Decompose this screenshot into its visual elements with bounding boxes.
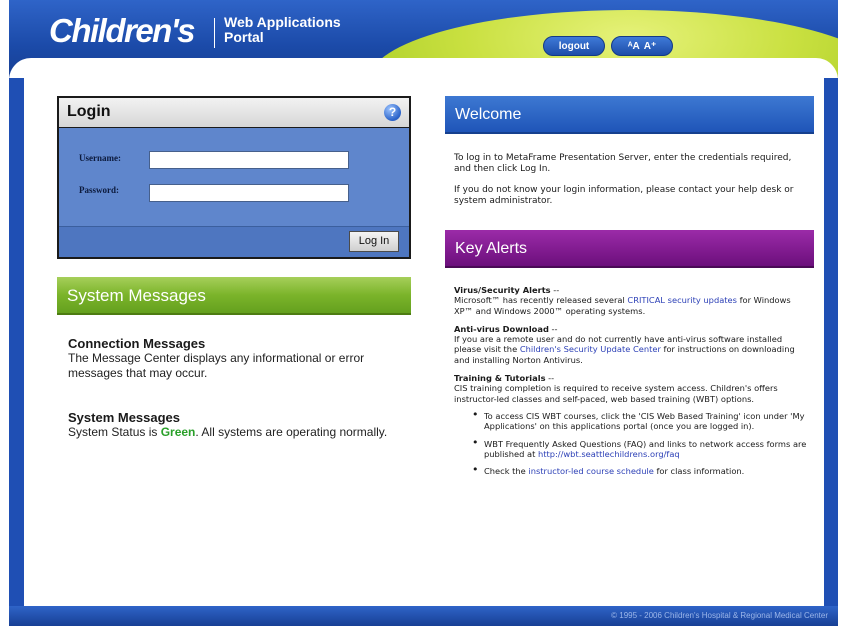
bullet-text: Check the (484, 466, 529, 477)
alert-title: Virus/Security Alerts (454, 285, 551, 295)
welcome-header: Welcome (445, 96, 814, 134)
brand-logo: Children's (49, 12, 196, 49)
portal-page: Children's Web Applications Portal logou… (0, 0, 847, 626)
system-messages-header: System Messages (57, 277, 411, 315)
security-update-center-link[interactable]: Children's Security Update Center (520, 344, 661, 354)
login-button[interactable]: Log In (349, 231, 399, 252)
status-badge: Green (160, 425, 196, 439)
left-border (9, 64, 24, 609)
alert-antivirus: Anti-virus Download -- If you are a remo… (454, 324, 809, 365)
login-footer: Log In (59, 226, 409, 257)
critical-updates-link[interactable]: CRITICAL security updates (627, 295, 737, 305)
list-item: Check the instructor-led course schedule… (472, 465, 809, 477)
right-border (824, 64, 838, 609)
alert-dash: -- (548, 323, 558, 334)
portal-title: Web Applications Portal (224, 15, 341, 45)
password-input[interactable] (149, 184, 349, 202)
connection-messages-text: The Message Center displays any informat… (68, 351, 365, 380)
list-item: To access CIS WBT courses, click the 'CI… (472, 410, 809, 432)
bullet-text: for class information. (653, 466, 745, 477)
portal-title-line1: Web Applications (224, 14, 341, 30)
wbt-faq-link[interactable]: http://wbt.seattlechildrens.org/faq (538, 449, 680, 459)
alert-title: Anti-virus Download (454, 323, 549, 334)
header-banner: Children's Web Applications Portal logou… (9, 0, 838, 78)
username-label: Username: (79, 153, 121, 163)
alert-dash: -- (545, 373, 555, 384)
alert-text: CIS training completion is required to r… (454, 383, 778, 404)
system-status: System Messages System Status is Green. … (68, 410, 398, 440)
alert-training: Training & Tutorials -- CIS training com… (454, 373, 809, 476)
alert-virus-security: Virus/Security Alerts -- Microsoft™ has … (454, 285, 809, 316)
logout-button[interactable]: logout (543, 36, 605, 56)
welcome-paragraph-1: To log in to MetaFrame Presentation Serv… (454, 153, 792, 174)
key-alerts-header: Key Alerts (445, 230, 814, 268)
connection-messages-title: Connection Messages (68, 336, 206, 351)
connection-messages: Connection Messages The Message Center d… (68, 336, 398, 381)
alert-text: Microsoft™ has recently released several (454, 295, 628, 306)
font-decrease-button[interactable]: ᴬA (628, 41, 640, 52)
username-input[interactable] (149, 151, 349, 169)
help-icon[interactable]: ? (384, 104, 401, 121)
login-header: Login ? (59, 98, 409, 128)
welcome-paragraph-2: If you do not know your login informatio… (454, 185, 794, 206)
login-panel: Login ? Username: Password: Log In (57, 96, 411, 259)
training-bullets: To access CIS WBT courses, click the 'CI… (472, 410, 809, 477)
course-schedule-link[interactable]: instructor-led course schedule (528, 466, 653, 476)
system-status-title: System Messages (68, 410, 181, 425)
font-increase-button[interactable]: A⁺ (644, 41, 657, 52)
header-curve (9, 58, 838, 78)
footer-copyright: © 1995 - 2006 Children's Hospital & Regi… (9, 606, 838, 626)
status-suffix: . All systems are operating normally. (195, 425, 388, 439)
welcome-text: To log in to MetaFrame Presentation Serv… (454, 153, 809, 217)
key-alerts: Virus/Security Alerts -- Microsoft™ has … (454, 285, 809, 484)
status-prefix: System Status is (68, 425, 161, 439)
brand-divider (214, 18, 215, 48)
system-status-text: System Status is Green. All systems are … (68, 425, 398, 440)
list-item: WBT Frequently Asked Questions (FAQ) and… (472, 438, 809, 460)
portal-title-line2: Portal (224, 29, 264, 45)
alert-title: Training & Tutorials (454, 373, 546, 384)
font-size-controls: ᴬA A⁺ (611, 36, 673, 56)
password-label: Password: (79, 185, 119, 195)
login-title: Login (67, 103, 111, 120)
alert-dash: -- (550, 285, 560, 295)
